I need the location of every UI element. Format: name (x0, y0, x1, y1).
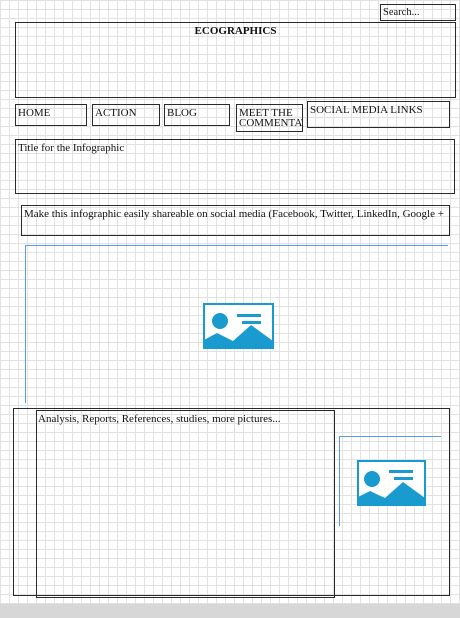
bottom-scroll-strip (0, 604, 460, 618)
nav-social-media-button[interactable]: SOCIAL MEDIA LINKS (307, 101, 450, 128)
nav-meet-commentators-button[interactable]: MEET THE COMMENTAT (236, 104, 303, 132)
infographic-image-placeholder-icon (203, 303, 274, 349)
search-box[interactable]: Search... (380, 4, 456, 21)
side-image-guide-left (339, 436, 340, 526)
share-text-box: Make this infographic easily shareable o… (21, 205, 450, 236)
nav-home-label: HOME (18, 107, 51, 119)
infographic-guide-left (25, 245, 26, 403)
nav-blog-label: BLOG (167, 107, 197, 119)
share-text: Make this infographic easily shareable o… (24, 208, 444, 220)
side-image-guide-top (339, 436, 441, 437)
nav-social-label: SOCIAL MEDIA LINKS (310, 104, 423, 116)
analysis-text: Analysis, Reports, References, studies, … (38, 413, 281, 425)
nav-home-button[interactable]: HOME (15, 104, 87, 126)
nav-meet-label-line2: COMMENTAT (239, 117, 302, 129)
infographic-guide-top (25, 245, 448, 246)
side-image-placeholder-icon (357, 460, 426, 506)
nav-blog-button[interactable]: BLOG (164, 104, 230, 126)
site-title: ECOGRAPHICS (194, 25, 277, 37)
header-box: ECOGRAPHICS (15, 22, 456, 98)
infographic-title-box: Title for the Infographic (15, 139, 455, 194)
search-placeholder: Search... (383, 7, 420, 18)
infographic-title: Title for the Infographic (18, 142, 125, 154)
nav-action-label: ACTION (95, 107, 137, 119)
nav-action-button[interactable]: ACTION (92, 104, 160, 126)
analysis-box: Analysis, Reports, References, studies, … (36, 410, 335, 598)
